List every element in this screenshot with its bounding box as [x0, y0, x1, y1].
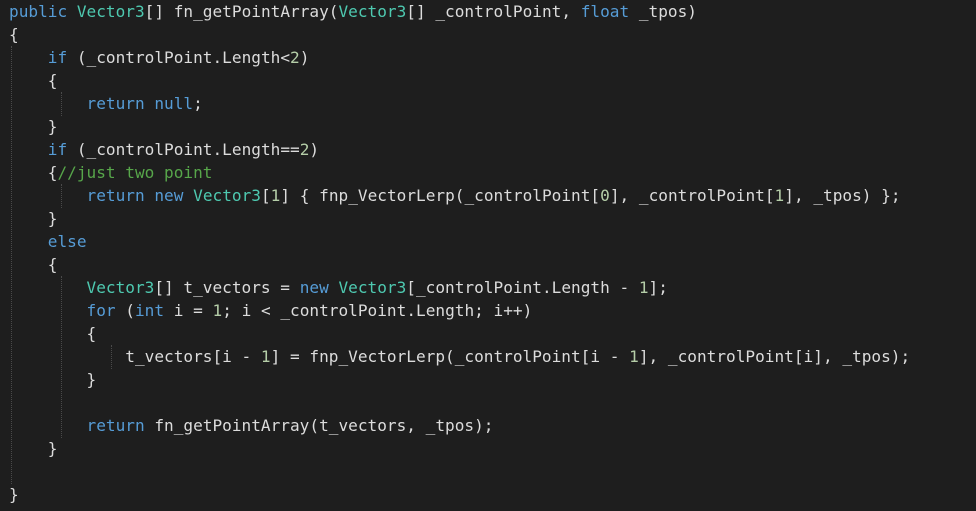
code-token-number: 1 — [629, 347, 639, 366]
code-line[interactable]: } — [9, 437, 58, 460]
code-token-type: Vector3 — [76, 2, 145, 21]
code-token-plain: { — [9, 163, 58, 182]
code-token-plain: { — [9, 25, 19, 44]
code-token-plain: } — [9, 209, 58, 228]
code-line[interactable]: { — [9, 69, 58, 92]
code-token-keyword: else — [47, 232, 87, 251]
code-token-plain: { — [9, 255, 58, 274]
code-token-comment: //just two point — [57, 163, 213, 182]
code-line[interactable]: return fn_getPointArray(t_vectors, _tpos… — [9, 414, 494, 437]
code-token-plain: ], _controlPoint[i], _tpos); — [638, 347, 911, 366]
code-token-keyword: for — [86, 301, 116, 320]
code-token-plain: { — [9, 324, 97, 343]
code-token-number: 1 — [638, 278, 649, 297]
code-token-plain: } — [9, 370, 97, 389]
code-token-plain: t_vectors[i - — [9, 347, 261, 366]
code-token-plain: ] { fnp_VectorLerp(_controlPoint[ — [280, 186, 601, 205]
code-token-plain: _tpos) — [629, 2, 697, 21]
code-token-plain: [] _controlPoint, — [406, 2, 581, 21]
code-token-type: Vector3 — [338, 278, 407, 297]
code-line[interactable]: {//just two point — [9, 161, 213, 184]
code-token-plain: ], _tpos) }; — [784, 186, 901, 205]
code-token-number: 2 — [290, 48, 300, 67]
code-line[interactable]: t_vectors[i - 1] = fnp_VectorLerp(_contr… — [9, 345, 910, 368]
code-line[interactable]: if (_controlPoint.Length<2) — [9, 46, 310, 69]
code-token-number: 1 — [212, 301, 223, 320]
code-token-plain: } — [9, 117, 58, 136]
code-token-keyword: float — [580, 2, 630, 21]
code-line[interactable]: } — [9, 483, 19, 506]
code-line[interactable]: return new Vector3[1] { fnp_VectorLerp(_… — [9, 184, 901, 207]
code-line[interactable]: { — [9, 23, 19, 46]
code-token-plain: } — [9, 485, 19, 504]
code-token-plain: [] t_vectors = — [154, 278, 300, 297]
code-line[interactable]: if (_controlPoint.Length==2) — [9, 138, 319, 161]
code-token-keyword: null — [154, 94, 194, 113]
code-token-keyword: if — [47, 140, 68, 159]
code-token-plain: { — [9, 71, 58, 90]
code-token-type: Vector3 — [193, 186, 261, 205]
code-token-plain: ) — [309, 140, 320, 159]
code-token-plain: [_controlPoint.Length - — [406, 278, 639, 297]
code-token-plain: (_controlPoint.Length== — [67, 140, 300, 159]
code-line[interactable]: for (int i = 1; i < _controlPoint.Length… — [9, 299, 533, 322]
code-token-keyword: new — [154, 186, 184, 205]
code-token-keyword: return — [86, 94, 145, 113]
code-line[interactable]: { — [9, 253, 58, 276]
code-token-plain: (_controlPoint.Length< — [67, 48, 291, 67]
code-token-plain: ( — [115, 301, 135, 320]
code-line[interactable]: } — [9, 368, 97, 391]
code-token-keyword: public — [9, 2, 68, 21]
code-line[interactable]: Vector3[] t_vectors = new Vector3[_contr… — [9, 276, 668, 299]
code-token-keyword: return — [86, 416, 145, 435]
code-line[interactable]: } — [9, 207, 58, 230]
code-token-plain: ] = fnp_VectorLerp(_controlPoint[i - — [270, 347, 630, 366]
code-token-keyword: new — [299, 278, 329, 297]
code-token-plain: [] fn_getPointArray( — [144, 2, 339, 21]
code-line[interactable]: return null; — [9, 92, 203, 115]
code-token-plain: ; i < _controlPoint.Length; i++) — [222, 301, 533, 320]
code-token-plain: fn_getPointArray(t_vectors, _tpos); — [144, 416, 494, 435]
code-token-number: 2 — [299, 140, 310, 159]
code-editor[interactable]: public Vector3[] fn_getPointArray(Vector… — [0, 0, 976, 511]
code-token-plain: ) — [299, 48, 310, 67]
code-token-number: 1 — [774, 186, 785, 205]
code-line[interactable]: else — [9, 230, 87, 253]
code-token-plain: i = — [164, 301, 213, 320]
code-token-plain: } — [9, 439, 58, 458]
code-token-plain: ]; — [648, 278, 668, 297]
code-line[interactable]: public Vector3[] fn_getPointArray(Vector… — [9, 0, 697, 23]
code-token-plain: ], _controlPoint[ — [609, 186, 775, 205]
code-token-keyword: if — [47, 48, 68, 67]
code-token-plain: ; — [193, 94, 203, 113]
code-line[interactable]: { — [9, 322, 97, 345]
code-token-plain: [ — [260, 186, 271, 205]
code-token-type: Vector3 — [86, 278, 155, 297]
code-line[interactable]: } — [9, 115, 58, 138]
code-token-number: 1 — [270, 186, 281, 205]
code-token-type: Vector3 — [338, 2, 407, 21]
code-token-number: 0 — [600, 186, 610, 205]
code-token-keyword: int — [134, 301, 165, 320]
code-token-number: 1 — [260, 347, 271, 366]
code-token-keyword: return — [86, 186, 145, 205]
